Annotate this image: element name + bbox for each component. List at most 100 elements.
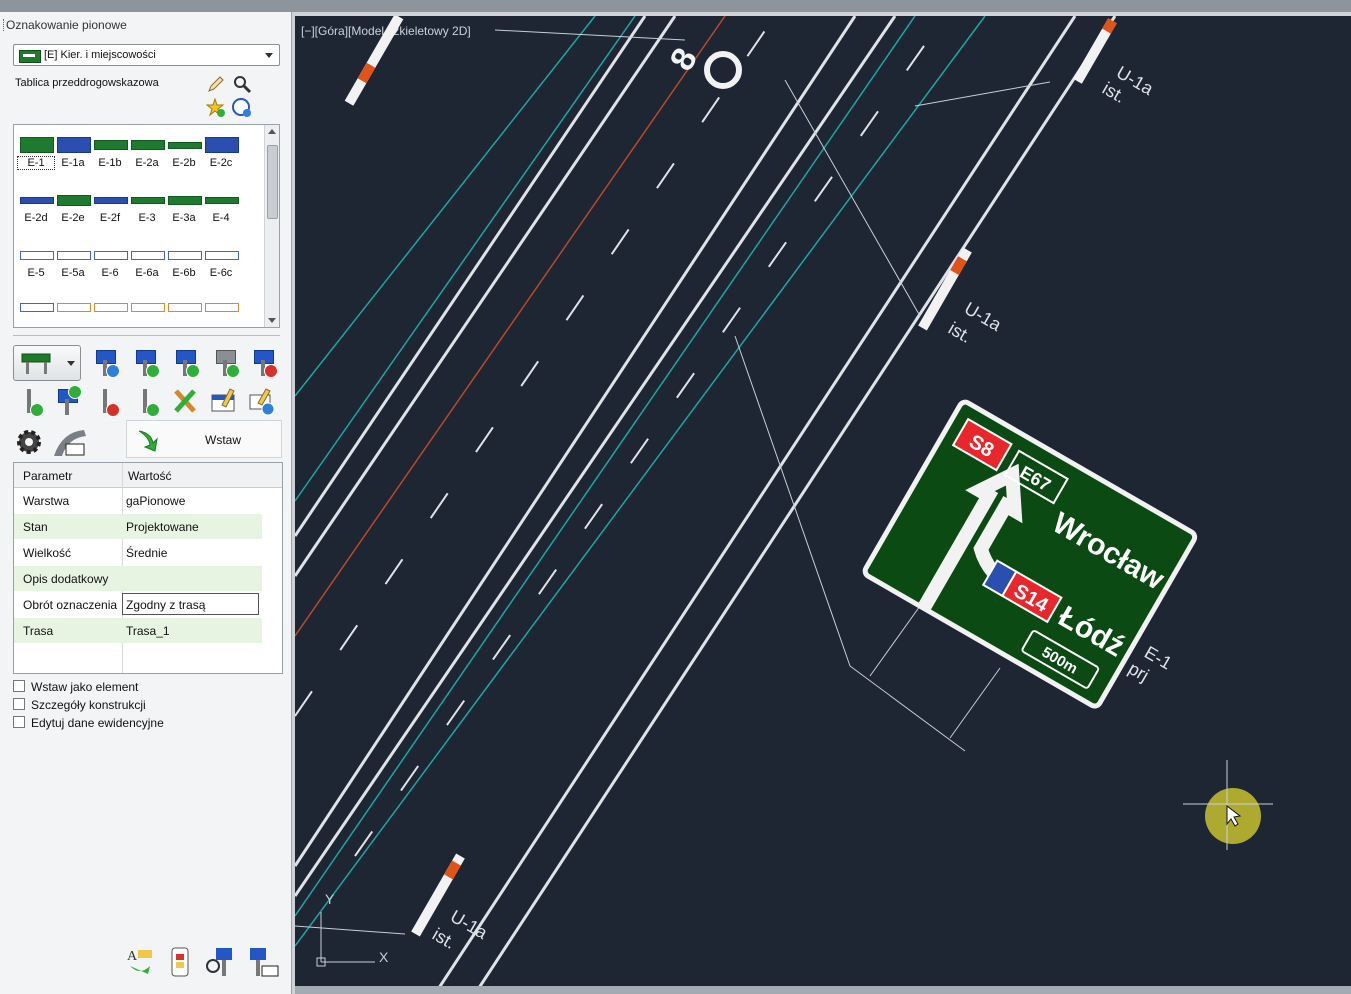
cross-tools-button[interactable] (170, 385, 200, 417)
insert-button[interactable]: Wstaw (126, 420, 282, 458)
registry-sign-icon[interactable] (246, 946, 280, 978)
edit-properties-button[interactable] (208, 385, 238, 417)
top-bar (0, 0, 1351, 12)
add-post-top-button[interactable] (52, 385, 82, 417)
sign-thumb (131, 140, 165, 150)
ucs-x-label: X (379, 949, 389, 965)
scroll-thumb[interactable] (267, 145, 278, 219)
sign-item-partial[interactable] (129, 297, 165, 321)
lane-line-cyan (295, 16, 986, 947)
sign-item-e-1a[interactable]: E-1a (55, 129, 91, 179)
drawing-viewport[interactable]: [−][Góra][Model szkieletowy 2D] U-1a ist… (295, 16, 1351, 994)
lane-line-cyan (295, 16, 596, 397)
sign-item-e-2a[interactable]: E-2a (129, 129, 165, 179)
scroll-up-arrow-icon[interactable] (268, 129, 276, 134)
edit-pencil-icon[interactable] (206, 74, 226, 94)
ist-label: ist. (945, 318, 975, 347)
sign-item-e-3[interactable]: E-3 (129, 184, 165, 234)
favorite-star-add-icon[interactable] (206, 98, 226, 118)
scroll-down-arrow-icon[interactable] (268, 318, 276, 323)
kilometer-marker-icon[interactable] (50, 426, 90, 458)
table-row[interactable]: Trasa Trasa_1 (14, 618, 262, 643)
sign-thumb (20, 251, 54, 260)
leader-line (914, 81, 1051, 107)
move-sign-button[interactable] (130, 346, 160, 378)
leader-line (494, 29, 686, 41)
sign-item-e-3a[interactable]: E-3a (166, 184, 202, 234)
u1a-post-top-right[interactable] (1073, 18, 1117, 84)
table-row[interactable]: Wielkość Średnie (14, 540, 262, 565)
sign-support-type-dropdown[interactable] (13, 345, 81, 381)
sign-item-e-2e[interactable]: E-2e (55, 184, 91, 234)
post-icon[interactable] (166, 946, 194, 978)
move-post-button[interactable] (130, 385, 160, 417)
text-replace-icon[interactable]: A (124, 946, 156, 978)
sign-item-e-6b[interactable]: E-6b (166, 239, 202, 289)
search-sign-icon[interactable] (204, 946, 238, 978)
road-number-label: 8 (663, 42, 705, 77)
sign-item-e-6c[interactable]: E-6c (203, 239, 239, 289)
add-pole-button[interactable] (210, 346, 240, 378)
sign-item-e-6a[interactable]: E-6a (129, 239, 165, 289)
sign-info-icon[interactable] (232, 98, 252, 118)
add-sign-on-pole-button[interactable] (90, 346, 120, 378)
sign-item-e-2c[interactable]: E-2c (203, 129, 239, 179)
sign-thumb (205, 251, 239, 260)
sign-catalog-grid: E-1 E-1a E-1b E-2a E-2b E-2c E-2d E-2e E… (13, 124, 280, 328)
catalog-scrollbar[interactable] (264, 125, 279, 327)
insert-arrow-icon (138, 430, 158, 452)
chevron-down-icon (265, 53, 273, 58)
checkbox-label: Szczegóły konstrukcji (31, 698, 146, 712)
rotation-value-field[interactable]: Zgodny z trasą (122, 593, 259, 615)
dashed-lane-line (354, 16, 946, 857)
add-post-button[interactable] (14, 385, 44, 417)
table-row[interactable]: Stan Projektowane (14, 514, 262, 539)
sign-thumb (205, 137, 239, 153)
sign-item-e-1b[interactable]: E-1b (92, 129, 128, 179)
sign-thumb (57, 195, 91, 206)
crosshair-cursor-icon (1183, 760, 1273, 850)
sign-thumb (94, 251, 128, 260)
insert-as-element-checkbox[interactable] (13, 680, 25, 692)
road-number-ring (704, 51, 742, 89)
sign-item-partial[interactable] (55, 297, 91, 321)
sign-item-e-5[interactable]: E-5 (18, 239, 54, 289)
u1a-post-middle[interactable] (918, 247, 972, 331)
sign-thumb (205, 303, 239, 312)
sign-item-e-6[interactable]: E-6 (92, 239, 128, 289)
sign-thumb (168, 251, 202, 260)
column-header-parameter: Parametr (23, 469, 73, 483)
table-header: Parametr Wartość (14, 463, 282, 488)
gear-icon[interactable] (14, 426, 44, 458)
edge-line (295, 16, 857, 867)
sign-item-e-2d[interactable]: E-2d (18, 184, 54, 234)
edit-registry-data-checkbox[interactable] (13, 716, 25, 728)
add-sign-button[interactable] (170, 346, 200, 378)
sign-item-e-2f[interactable]: E-2f (92, 184, 128, 234)
sign-item-partial[interactable] (18, 297, 54, 321)
sign-item-e-2b[interactable]: E-2b (166, 129, 202, 179)
leader-line (869, 605, 921, 677)
table-row[interactable]: Warstwa gaPionowe (14, 488, 262, 513)
u1a-post-top-left[interactable] (344, 16, 404, 106)
sign-thumb (168, 303, 202, 312)
leader-line (949, 667, 1001, 739)
construction-details-checkbox[interactable] (13, 698, 25, 710)
delete-post-button[interactable] (90, 385, 120, 417)
sign-category-dropdown[interactable]: [E] Kier. i miejscowości (13, 44, 280, 66)
sign-thumb (131, 251, 165, 260)
arrow-badge-icon (146, 364, 160, 378)
checkbox-label: Wstaw jako element (31, 680, 139, 694)
search-icon[interactable] (232, 74, 252, 94)
ucs-y-label: Y (325, 891, 335, 907)
sign-info-button[interactable] (246, 385, 276, 417)
sign-thumb (20, 303, 54, 312)
sign-item-e-5a[interactable]: E-5a (55, 239, 91, 289)
sign-item-e-1[interactable]: E-1 (17, 129, 55, 179)
sign-item-e-4[interactable]: E-4 (203, 184, 239, 234)
delete-sign-button[interactable] (248, 346, 278, 378)
table-row[interactable]: Opis dodatkowy (14, 566, 262, 591)
sign-item-partial[interactable] (166, 297, 202, 321)
sign-item-partial[interactable] (92, 297, 128, 321)
sign-item-partial[interactable] (203, 297, 239, 321)
